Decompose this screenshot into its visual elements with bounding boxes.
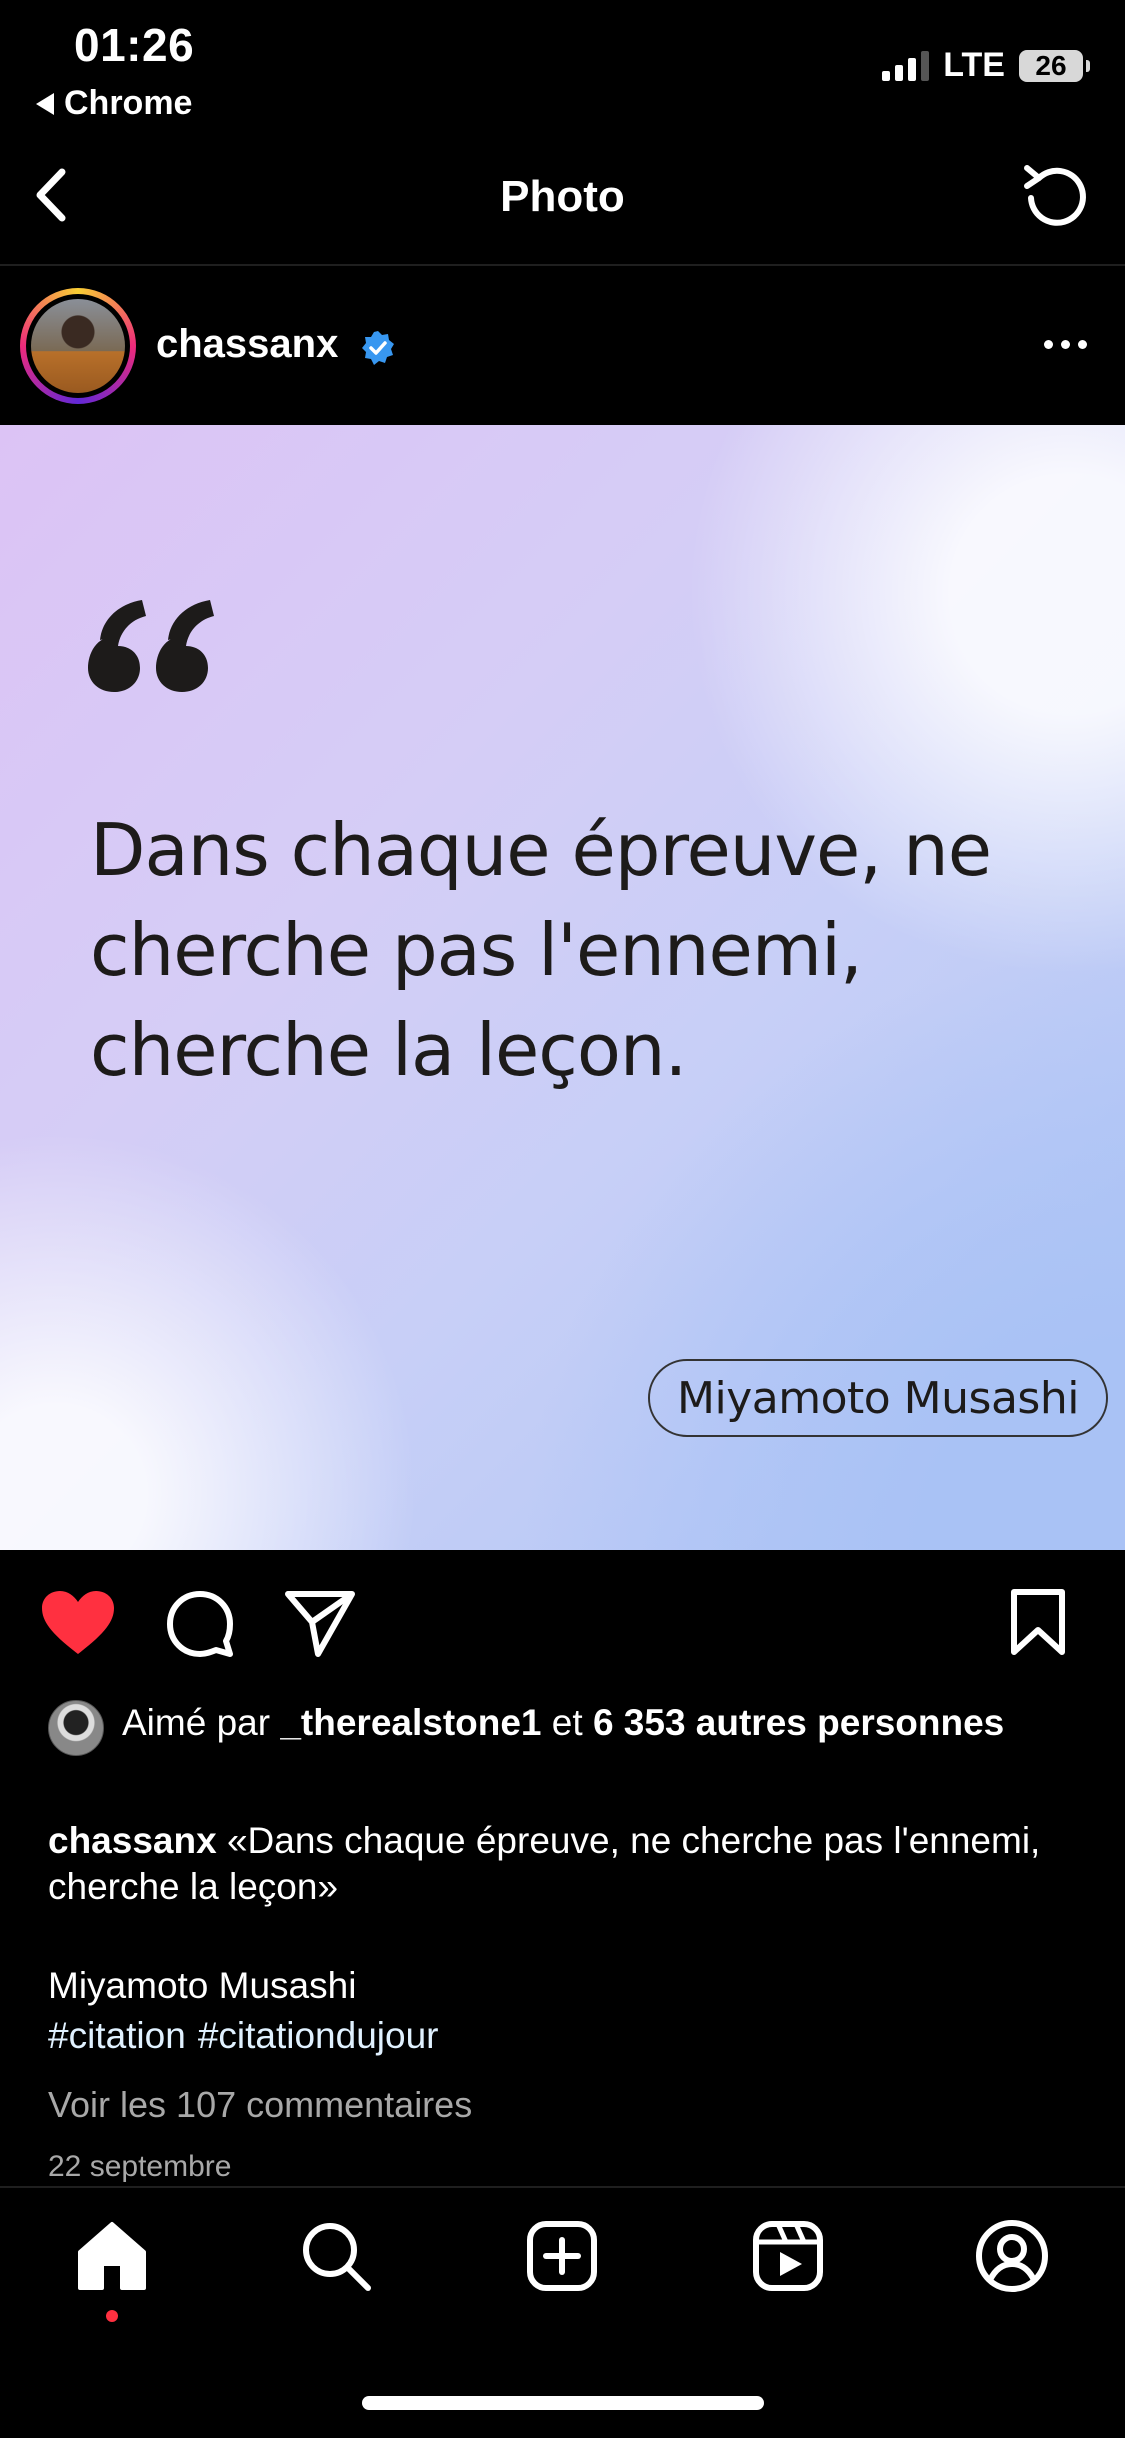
post-caption: chassanx «Dans chaque épreuve, ne cherch… [48, 1818, 1078, 1910]
status-indicators: LTE 26 [882, 46, 1090, 85]
back-triangle-icon [36, 92, 54, 115]
heart-filled-icon[interactable] [40, 1590, 116, 1656]
home-indicator[interactable] [362, 2396, 764, 2410]
network-type: LTE [943, 46, 1005, 84]
refresh-icon[interactable] [1017, 156, 1097, 236]
comment-icon[interactable] [164, 1588, 236, 1660]
bookmark-icon[interactable] [1008, 1588, 1068, 1656]
author-avatar[interactable] [20, 288, 136, 404]
hashtag-link[interactable]: #citationdujour [198, 2015, 439, 2056]
verified-badge-icon [362, 331, 394, 365]
create-icon[interactable] [524, 2218, 600, 2294]
more-horizontal-icon[interactable] [1044, 340, 1087, 349]
likes-prefix: Aimé par [122, 1702, 271, 1743]
battery-level: 26 [1035, 49, 1067, 81]
likes-summary[interactable]: Aimé par _therealstone1 et 6 353 autres … [122, 1700, 1082, 1746]
notification-dot [106, 2310, 118, 2322]
battery-icon: 26 [1019, 49, 1090, 82]
header-divider [0, 264, 1125, 266]
reels-icon[interactable] [750, 2218, 826, 2294]
liker-username[interactable]: _therealstone1 [280, 1702, 541, 1743]
avatar-photo [31, 299, 125, 393]
cellular-signal-icon [882, 50, 930, 81]
status-time: 01:26 [74, 19, 195, 71]
search-icon[interactable] [298, 2218, 374, 2294]
quote-author-pill: Miyamoto Musashi [648, 1359, 1108, 1437]
quote-text: Dans chaque épreuve, ne cherche pas l'en… [90, 808, 992, 1092]
back-app-label: Chrome [64, 84, 193, 122]
likes-others-count[interactable]: 6 353 autres personnes [593, 1702, 1004, 1743]
caption-hashtags: #citation #citationdujour [48, 2015, 450, 2057]
caption-username[interactable]: chassanx [48, 1820, 217, 1861]
send-icon[interactable] [284, 1588, 356, 1658]
view-comments-link[interactable]: Voir les 107 commentaires [48, 2084, 472, 2126]
home-icon[interactable] [74, 2218, 150, 2294]
page-title: Photo [500, 172, 625, 221]
back-to-app-link[interactable]: Chrome [36, 84, 192, 123]
caption-author-line: Miyamoto Musashi [48, 1965, 357, 2006]
quote-mark-icon [88, 600, 214, 692]
post-date: 22 septembre [48, 2150, 232, 2183]
post-username[interactable]: chassanx [156, 322, 338, 367]
liker-avatar[interactable] [48, 1700, 104, 1756]
hashtag-link[interactable]: #citation [48, 2015, 186, 2056]
likes-connector: et [551, 1702, 583, 1743]
profile-icon[interactable] [974, 2218, 1050, 2294]
